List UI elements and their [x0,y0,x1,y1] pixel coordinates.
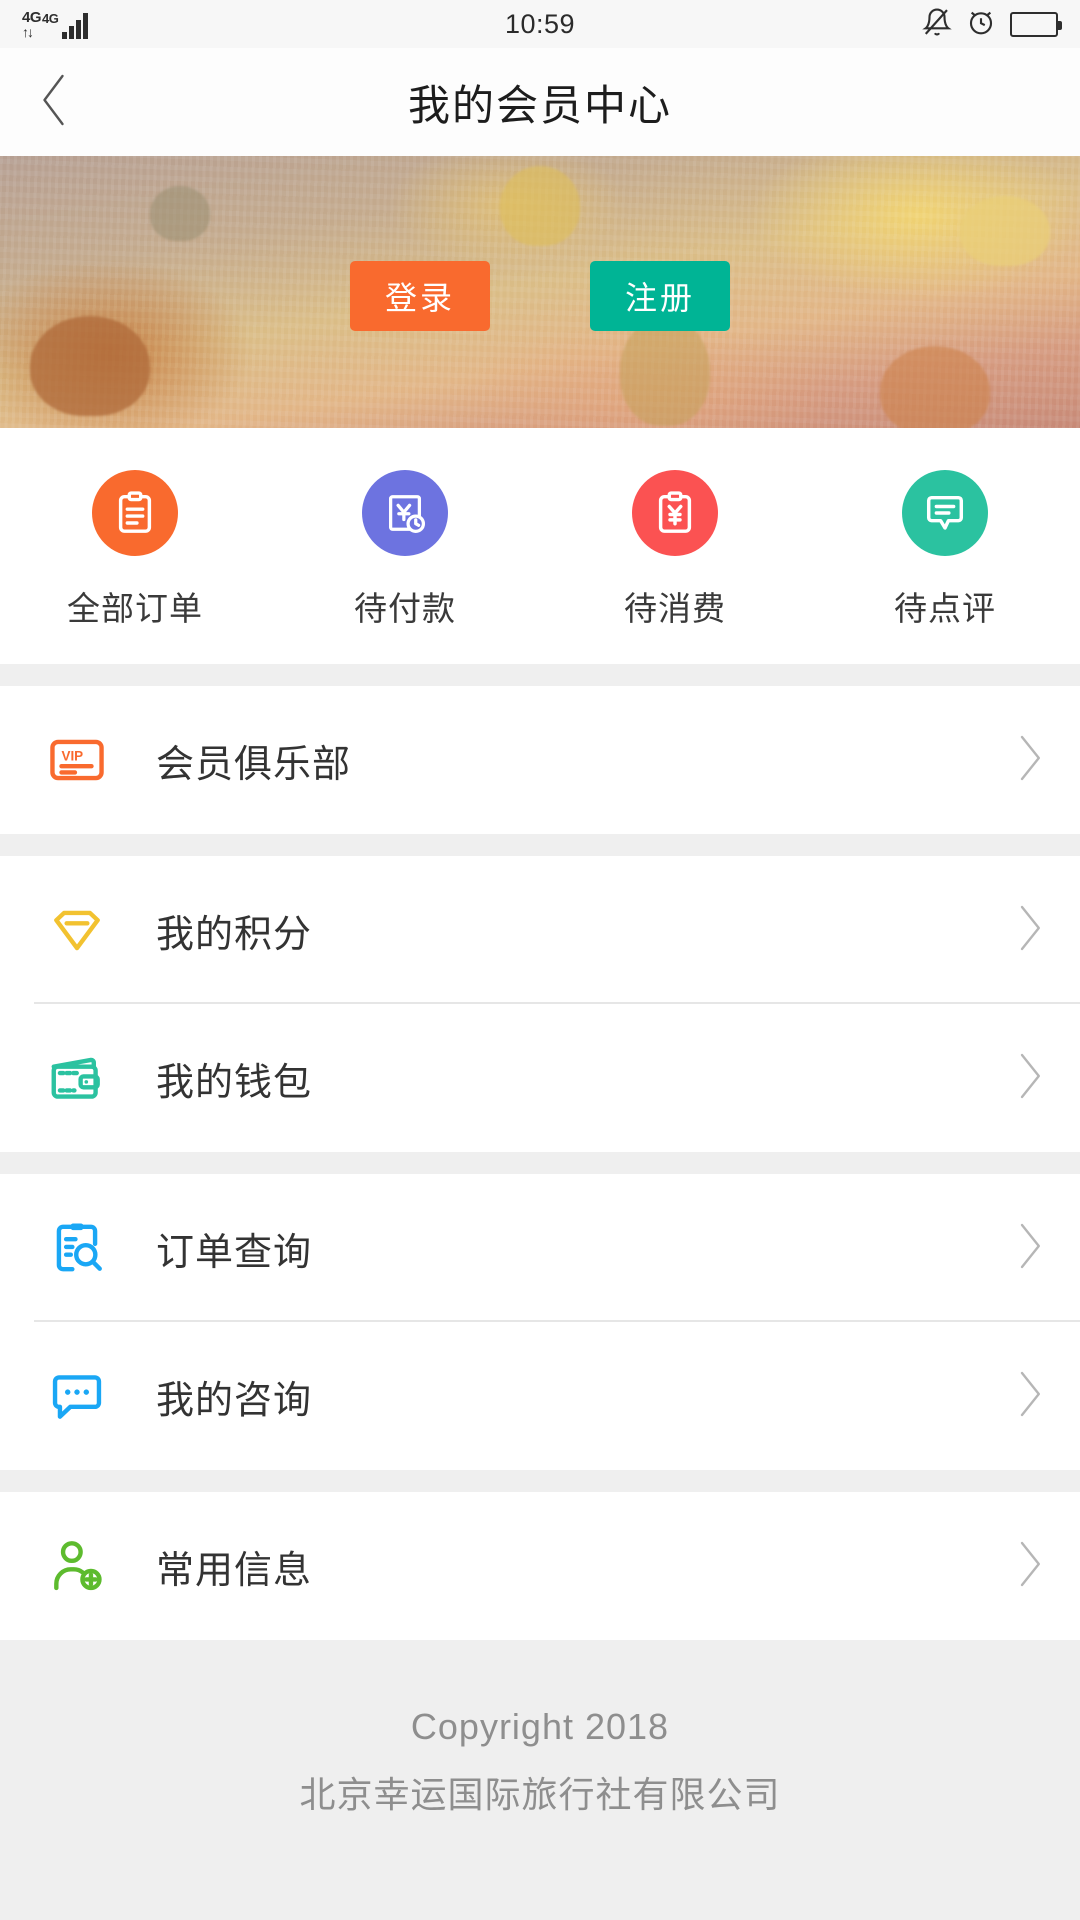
menu-row-common-info[interactable]: 常用信息 [0,1492,1080,1640]
quick-action-label: 待消费 [624,590,726,627]
speech-bubble-icon [902,470,988,556]
chevron-right-icon [1012,730,1046,791]
menu-group-profile: 常用信息 [0,1492,1080,1640]
user-add-icon [34,1535,120,1597]
menu-row-my-consultation[interactable]: 我的咨询 [0,1322,1080,1470]
login-button[interactable]: 登录 [350,261,490,331]
banner-tree [620,316,710,426]
banner-tree [880,346,990,428]
hero-banner: 登录 注册 [0,156,1080,428]
quick-action-all-orders[interactable]: 全部订单 [0,470,270,630]
menu-group-orders: 订单查询 我的咨询 [0,1174,1080,1470]
vip-card-icon: VIP [34,729,120,791]
section-divider [0,834,1080,856]
page-title: 我的会员中心 [407,81,672,129]
banner-tree [960,196,1050,266]
banner-tree [500,166,580,246]
menu-row-order-search[interactable]: 订单查询 [0,1174,1080,1322]
quick-action-pending-use[interactable]: 待消费 [540,470,810,630]
quick-action-label: 待付款 [354,590,456,627]
menu-row-label: 我的积分 [156,913,313,956]
banner-tree [150,186,210,241]
status-bar: 4G 4G ↑↓ 10:59 [0,0,1080,48]
banner-tree [30,316,150,416]
order-search-icon [34,1217,120,1279]
quick-action-label: 待点评 [894,590,996,627]
chevron-right-icon [1012,1366,1046,1427]
chevron-right-icon [1012,1218,1046,1279]
menu-row-my-wallet[interactable]: 我的钱包 [0,1004,1080,1152]
menu-row-member-club[interactable]: VIP 会员俱乐部 [0,686,1080,834]
menu-row-label: 订单查询 [156,1231,313,1274]
quick-action-pending-review[interactable]: 待点评 [810,470,1080,630]
svg-text:VIP: VIP [62,749,84,764]
chat-dots-icon [34,1365,120,1427]
gem-icon [34,899,120,961]
quick-action-pending-payment[interactable]: 待付款 [270,470,540,630]
chevron-right-icon [1012,1048,1046,1109]
company-name: 北京幸运国际旅行社有限公司 [299,1774,781,1815]
quick-actions: 全部订单 待付款 待消费 待点评 [0,428,1080,664]
footer: Copyright 2018 北京幸运国际旅行社有限公司 [0,1640,1080,1818]
status-bar-clock: 10:59 [504,8,576,39]
auth-buttons: 登录 注册 [0,261,1080,331]
wallet-icon [34,1047,120,1109]
menu-row-label: 我的咨询 [156,1379,313,1422]
quick-action-label: 全部订单 [67,590,203,627]
chevron-right-icon [1012,1536,1046,1597]
chevron-right-icon [1012,900,1046,961]
section-divider [0,1152,1080,1174]
menu-group-assets: 我的积分 我的钱包 [0,856,1080,1152]
menu-row-my-points[interactable]: 我的积分 [0,856,1080,1004]
back-button[interactable] [0,48,110,156]
register-button[interactable]: 注册 [590,261,730,331]
yen-clock-icon [362,470,448,556]
copyright-text: Copyright 2018 [410,1706,670,1747]
battery-icon [1010,11,1062,37]
yen-clipboard-icon [632,470,718,556]
menu-row-label: 我的钱包 [156,1061,313,1104]
menu-row-label: 会员俱乐部 [156,743,352,786]
section-divider [0,1470,1080,1492]
section-divider [0,664,1080,686]
clipboard-list-icon [92,470,178,556]
menu-group-membership: VIP 会员俱乐部 [0,686,1080,834]
navigation-bar: 我的会员中心 [0,48,1080,156]
menu-row-label: 常用信息 [156,1549,313,1592]
chevron-left-icon [35,70,75,135]
